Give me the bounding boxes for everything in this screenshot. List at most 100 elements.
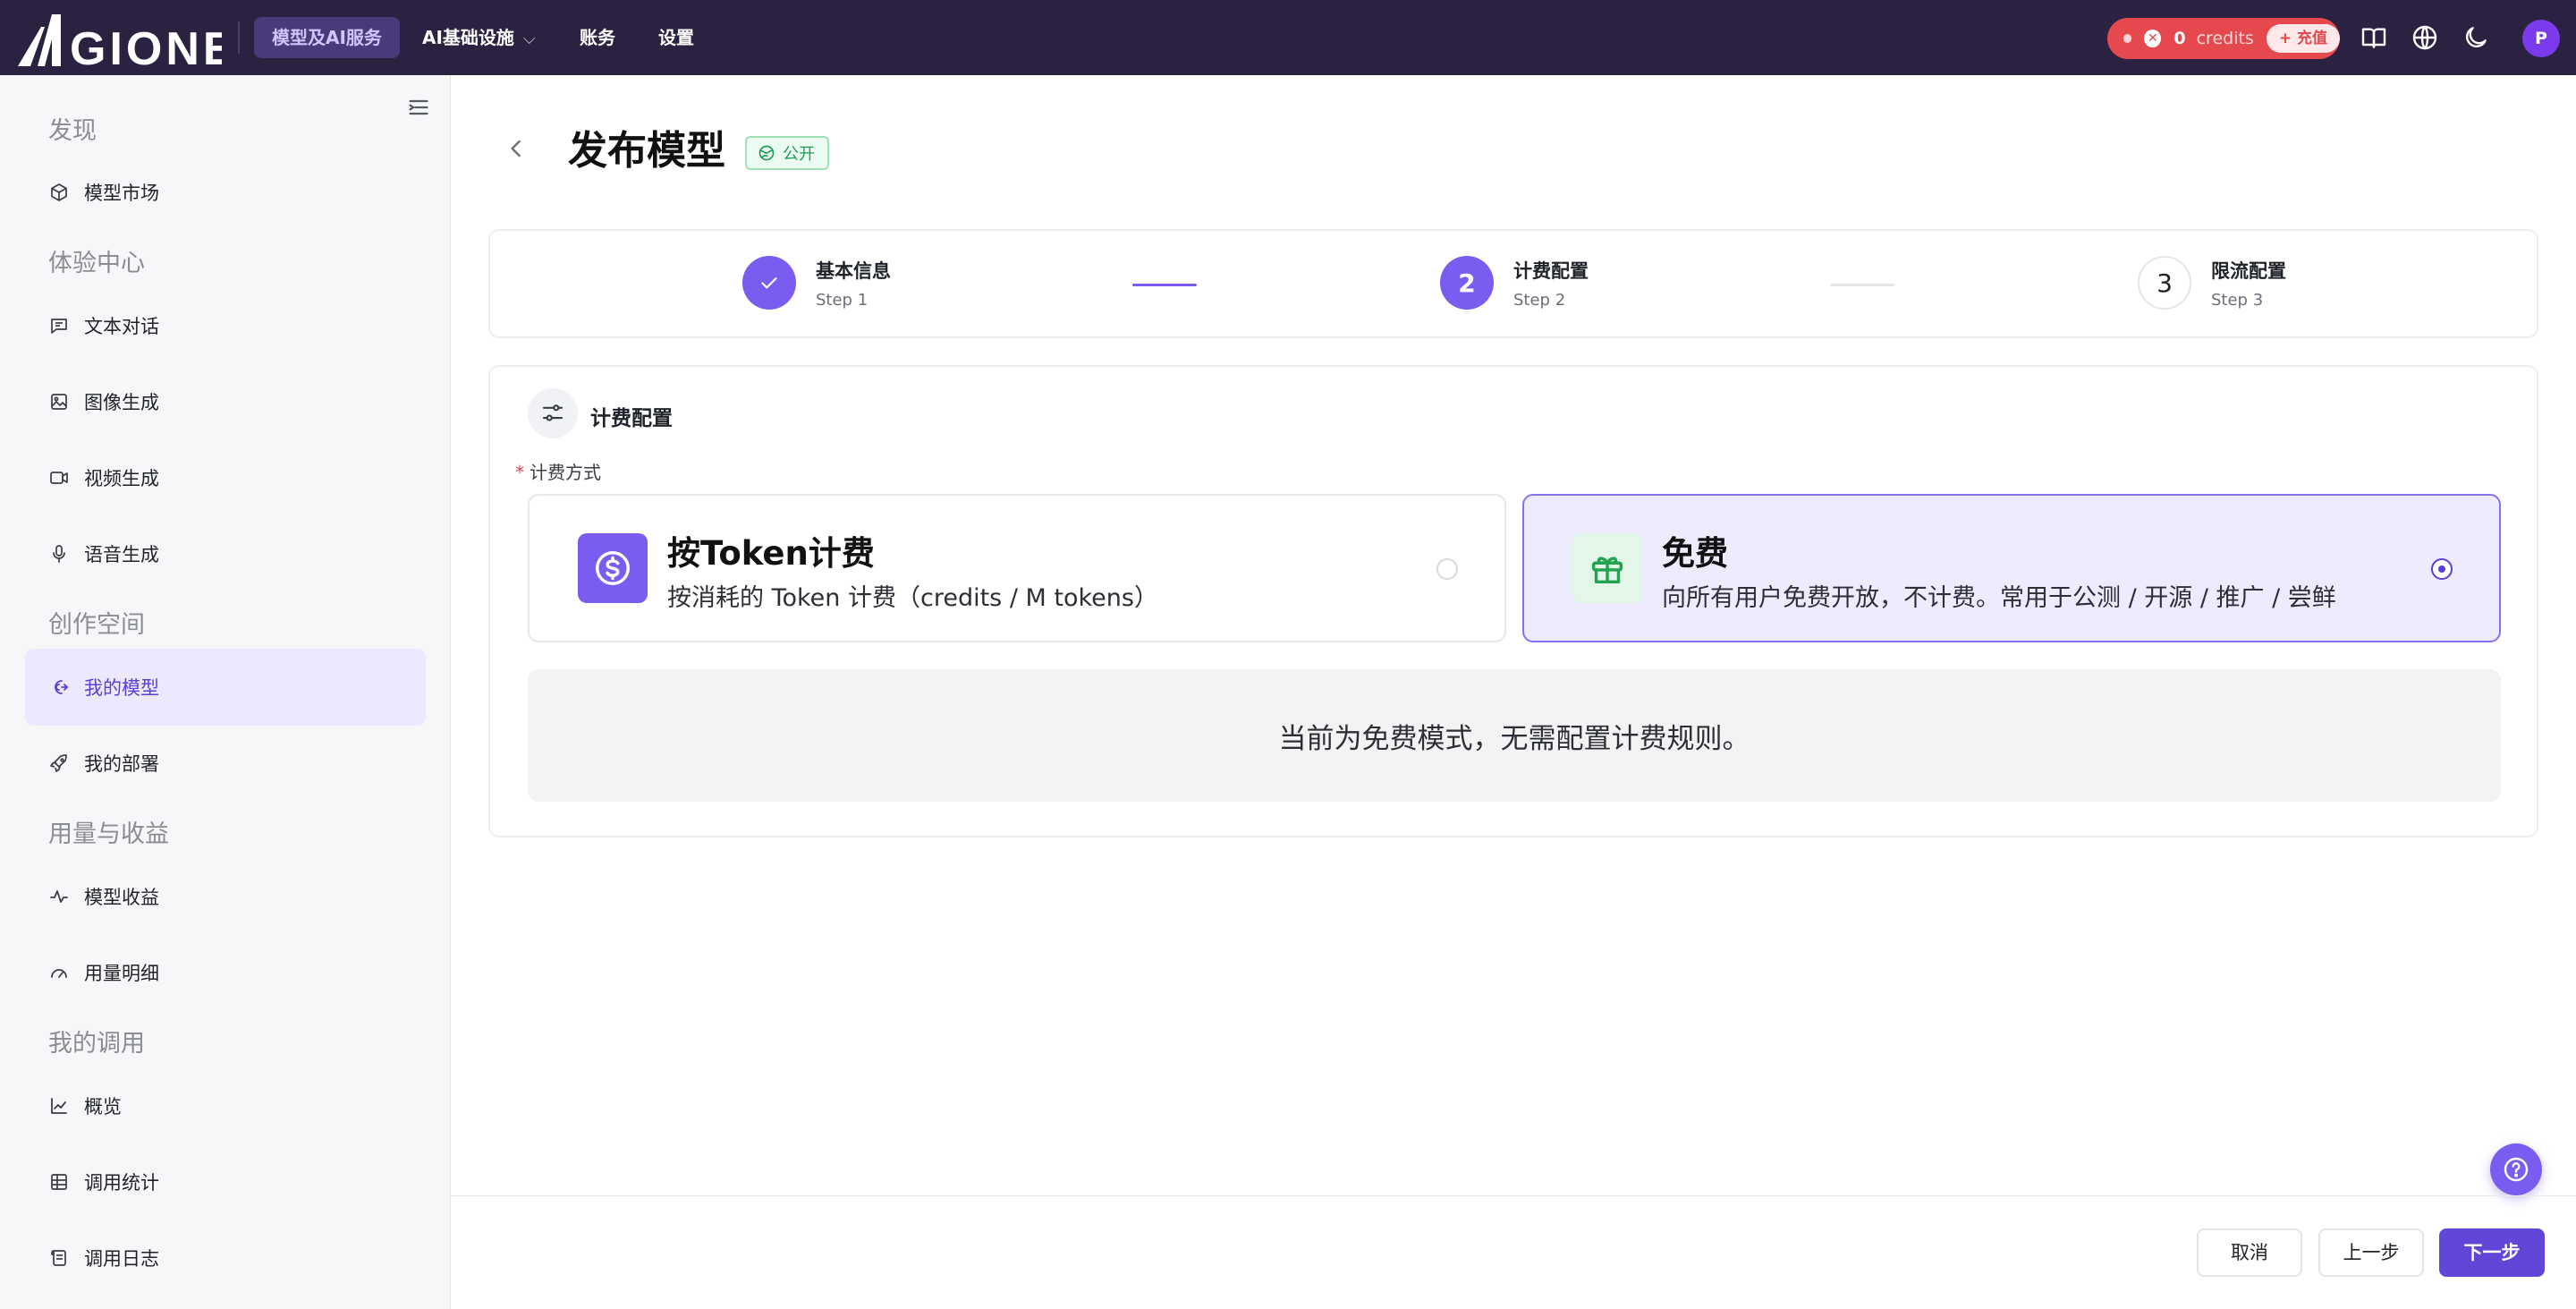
sidebar-item-overview[interactable]: 概览: [25, 1067, 426, 1144]
sidebar-item-label: 图像生成: [84, 392, 159, 413]
step-connector-todo: [1830, 284, 1894, 286]
billing-method-label: * 计费方式: [515, 462, 601, 483]
step-number: 2: [1440, 256, 1494, 310]
option-desc: 按消耗的 Token 计费（credits / M tokens）: [667, 584, 1158, 612]
sidebar-item-voice-gen[interactable]: 语音生成: [25, 515, 426, 592]
sidebar-item-label: 概览: [84, 1096, 122, 1118]
stepper: 基本信息 Step 1 2 计费配置 Step 2 3 限流配置 Step 3: [488, 229, 2538, 338]
step-done-indicator: [742, 256, 796, 310]
step-billing-config[interactable]: 2 计费配置 Step 2: [1440, 256, 1589, 310]
sidebar-group-usage: 用量与收益: [48, 820, 169, 848]
pulse-icon: [50, 890, 68, 903]
credits-unit: credits: [2196, 29, 2254, 48]
nav-label: 模型及AI服务: [272, 27, 382, 48]
step-rate-limit[interactable]: 3 限流配置 Step 3: [2138, 256, 2286, 310]
option-radio[interactable]: [1436, 558, 1458, 580]
sidebar-item-call-logs[interactable]: 调用日志: [25, 1220, 426, 1296]
brain-icon: [55, 680, 69, 694]
step-title: 计费配置: [1513, 259, 1589, 282]
sidebar-group-discover: 发现: [48, 117, 97, 145]
sidebar-item-call-stats[interactable]: 调用统计: [25, 1143, 426, 1220]
sidebar-item-label: 调用统计: [84, 1172, 159, 1194]
help-button[interactable]: [2490, 1143, 2542, 1195]
table-icon: [51, 1174, 67, 1190]
recharge-button[interactable]: + 充值: [2266, 24, 2340, 53]
nav-models-ai-services[interactable]: 模型及AI服务: [254, 17, 400, 58]
credits-value: 0: [2174, 29, 2186, 48]
sidebar-group-creation: 创作空间: [48, 611, 145, 639]
step-number: 3: [2138, 256, 2191, 310]
aigione-logo[interactable]: GIONE: [14, 9, 222, 68]
sidebar-group-experience: 体验中心: [48, 250, 145, 277]
globe-icon: [758, 145, 775, 161]
sidebar-item-video-gen[interactable]: 视频生成: [25, 439, 426, 516]
sidebar-item-label: 视频生成: [84, 468, 159, 489]
step-sub: Step 1: [816, 290, 869, 310]
nav-label: AI基础设施: [422, 27, 514, 48]
svg-text:GIONE: GIONE: [70, 23, 222, 68]
sidebar-item-label: 我的模型: [84, 677, 159, 699]
dollar-icon: [578, 533, 648, 603]
nav-label: 设置: [658, 27, 694, 48]
line-chart-icon: [51, 1098, 67, 1114]
sidebar-item-text-chat[interactable]: 文本对话: [25, 287, 426, 364]
image-icon: [51, 394, 67, 410]
nav-label: 账务: [580, 27, 615, 48]
step-connector-done: [1132, 284, 1197, 286]
sidebar-item-label: 模型收益: [84, 887, 159, 908]
nav-ai-infrastructure[interactable]: AI基础设施 ⌵: [404, 17, 554, 58]
step-sub: Step 2: [1513, 290, 1566, 310]
free-mode-note: 当前为免费模式，无需配置计费规则。: [528, 669, 2501, 802]
status-dot: [2123, 34, 2132, 43]
nav-billing[interactable]: 账务: [562, 17, 633, 58]
sidebar-item-image-gen[interactable]: 图像生成: [25, 363, 426, 440]
step-title: 限流配置: [2211, 259, 2286, 282]
visibility-badge-label: 公开: [783, 145, 815, 164]
sidebar-group-my-calls: 我的调用: [48, 1030, 145, 1058]
video-icon: [50, 472, 68, 484]
gift-icon: [1572, 533, 1642, 603]
back-chevron-icon[interactable]: [503, 134, 531, 163]
sidebar-collapse-icon[interactable]: [406, 95, 431, 120]
step-basic-info[interactable]: 基本信息 Step 1: [742, 256, 891, 310]
scroll-icon: [51, 1250, 66, 1266]
gauge-icon: [51, 969, 67, 978]
section-title: 计费配置: [590, 407, 673, 430]
option-title: 免费: [1662, 534, 1728, 573]
book-icon[interactable]: [2360, 23, 2388, 52]
step-sub: Step 3: [2211, 290, 2264, 310]
sidebar-item-label: 我的部署: [84, 753, 159, 775]
billing-option-free[interactable]: 免费 向所有用户免费开放，不计费。常用于公测 / 开源 / 推广 / 尝鲜: [1522, 494, 2501, 642]
chat-icon: [51, 319, 67, 334]
billing-option-token[interactable]: 按Token计费 按消耗的 Token 计费（credits / M token…: [528, 494, 1506, 642]
globe-icon[interactable]: [2411, 23, 2439, 52]
prev-step-button[interactable]: 上一步: [2318, 1228, 2424, 1277]
sidebar-item-model-revenue[interactable]: 模型收益: [25, 858, 426, 935]
user-avatar[interactable]: P: [2522, 20, 2560, 57]
footer-divider: [451, 1195, 2576, 1196]
moon-icon[interactable]: [2462, 23, 2490, 52]
next-step-button[interactable]: 下一步: [2439, 1228, 2545, 1277]
cancel-button[interactable]: 取消: [2197, 1228, 2302, 1277]
sidebar-item-label: 文本对话: [84, 316, 159, 337]
nav-settings[interactable]: 设置: [640, 17, 712, 58]
sidebar-item-label: 用量明细: [84, 963, 159, 984]
sidebar-item-my-deployments[interactable]: 我的部署: [25, 725, 426, 802]
sidebar-item-my-models[interactable]: 我的模型: [25, 649, 426, 726]
check-icon: [761, 277, 777, 289]
top-bar: GIONE 模型及AI服务 AI基础设施 ⌵ 账务 设置 ✕ 0 credits …: [0, 0, 2576, 75]
page-title: 发布模型: [568, 128, 725, 174]
sidebar-item-model-market[interactable]: 模型市场: [25, 154, 426, 231]
rocket-icon: [50, 754, 67, 772]
option-desc: 向所有用户免费开放，不计费。常用于公测 / 开源 / 推广 / 尝鲜: [1662, 584, 2336, 612]
sidebar-item-label: 语音生成: [84, 544, 159, 565]
credits-pill[interactable]: ✕ 0 credits + 充值: [2107, 18, 2340, 59]
top-divider: [238, 21, 240, 54]
option-radio[interactable]: [2431, 558, 2453, 580]
billing-config-card: 计费配置 * 计费方式 按Token计费 按消耗的 Token 计费（credit…: [488, 365, 2538, 837]
option-title: 按Token计费: [667, 534, 875, 573]
sidebar-item-usage-detail[interactable]: 用量明细: [25, 934, 426, 1011]
question-icon: [2504, 1157, 2529, 1182]
sliders-icon: [528, 388, 578, 438]
step-title: 基本信息: [816, 259, 891, 282]
